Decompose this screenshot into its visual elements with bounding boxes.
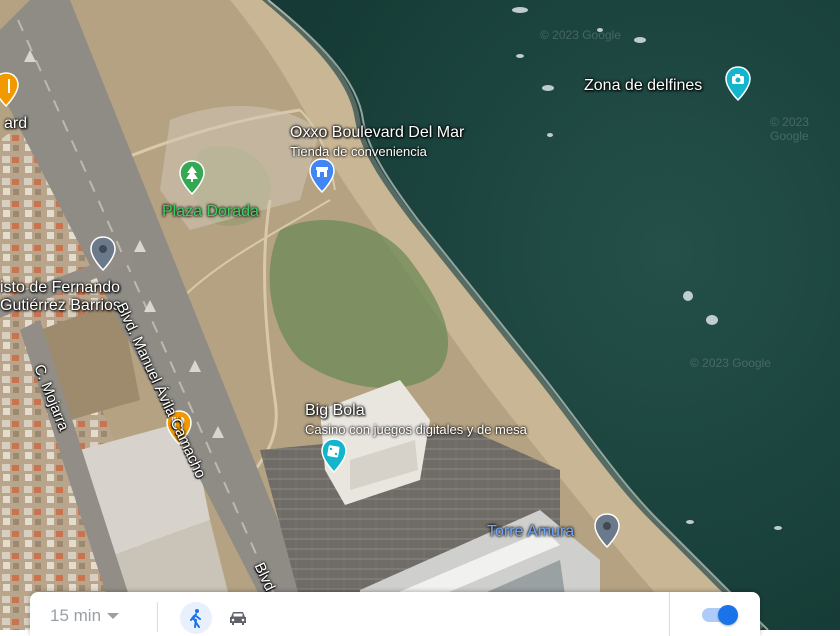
- place-label-oxxo[interactable]: Oxxo Boulevard Del Mar: [290, 124, 464, 142]
- divider: [669, 592, 670, 636]
- place-label-plaza-dorada[interactable]: Plaza Dorada: [162, 203, 259, 221]
- location-pin-icon[interactable]: [89, 236, 117, 272]
- place-label-zona-delfines[interactable]: Zona de delfines: [584, 77, 702, 95]
- casino-pin-icon[interactable]: [320, 438, 348, 474]
- place-label-big-bola[interactable]: Big Bola: [305, 402, 365, 420]
- restaurant-pin-icon[interactable]: [0, 72, 20, 108]
- driving-mode-button[interactable]: [224, 604, 252, 632]
- chevron-down-icon: [107, 613, 120, 619]
- travel-time-bar: 15 min: [30, 592, 760, 636]
- map-watermark: © 2023 Google: [770, 115, 809, 143]
- map-watermark: © 2023 Google: [690, 356, 771, 370]
- place-category-oxxo: Tienda de conveniencia: [290, 144, 427, 159]
- place-label-fernando-line1[interactable]: isto de Fernando: [0, 279, 120, 297]
- store-pin-icon[interactable]: [308, 158, 336, 194]
- walking-icon: [190, 609, 201, 628]
- camera-pin-icon[interactable]: [724, 66, 752, 102]
- travel-time-dropdown[interactable]: 15 min: [50, 606, 120, 626]
- place-label-partial-left[interactable]: ard: [4, 115, 27, 133]
- travel-time-value: 15 min: [50, 606, 102, 625]
- map-watermark: © 2023 Google: [540, 28, 621, 42]
- travel-time-toggle[interactable]: [700, 604, 738, 625]
- divider: [157, 602, 158, 632]
- place-label-fernando-line2[interactable]: Gutiérrez Barrios: [0, 297, 121, 315]
- walking-mode-button[interactable]: [180, 602, 212, 634]
- park-pin-icon[interactable]: [178, 160, 206, 196]
- place-category-big-bola: Casino con juegos digitales y de mesa: [305, 422, 527, 437]
- location-pin-icon[interactable]: [593, 513, 621, 549]
- car-icon: [230, 612, 246, 625]
- place-label-torre-amura[interactable]: Torre Amura: [487, 523, 574, 541]
- toggle-knob: [718, 605, 738, 625]
